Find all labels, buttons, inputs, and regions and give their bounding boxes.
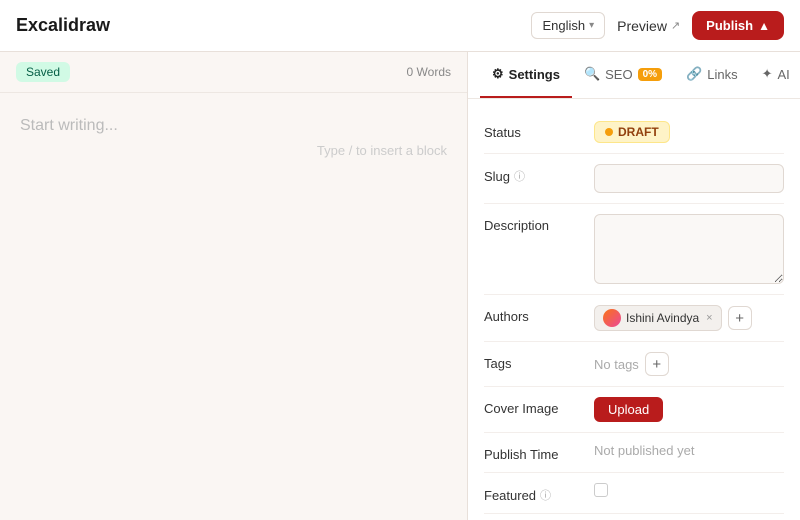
cover-image-row: Cover Image Upload: [484, 387, 784, 433]
authors-label: Authors: [484, 305, 594, 324]
tab-seo-label: SEO: [605, 67, 632, 82]
draft-dot-icon: [605, 128, 613, 136]
authors-row: Authors Ishini Avindya × +: [484, 295, 784, 342]
description-value: [594, 214, 784, 284]
status-draft-text: DRAFT: [618, 125, 659, 139]
links-icon: 🔗: [686, 66, 702, 82]
top-bar: Excalidraw English ▾ Preview ↗ Publish ▲: [0, 0, 800, 52]
no-tags-text: No tags: [594, 357, 639, 372]
tags-row: Tags No tags +: [484, 342, 784, 387]
editor-panel: Saved 0 Words Start writing... Type / to…: [0, 52, 468, 520]
tab-ai[interactable]: ✦ AI: [750, 52, 800, 98]
slug-row: Slug ⓘ: [484, 154, 784, 204]
featured-row: Featured ⓘ: [484, 473, 784, 514]
saved-badge: Saved: [16, 62, 70, 82]
publish-time-label: Publish Time: [484, 443, 594, 462]
main-content: Saved 0 Words Start writing... Type / to…: [0, 52, 800, 520]
editor-content[interactable]: Start writing... Type / to insert a bloc…: [0, 93, 467, 520]
editor-hint: Type / to insert a block: [20, 143, 447, 158]
status-row: Status DRAFT: [484, 111, 784, 154]
cover-image-label: Cover Image: [484, 397, 594, 416]
add-tag-button[interactable]: +: [645, 352, 669, 376]
description-textarea[interactable]: [594, 214, 784, 284]
editor-toolbar: Saved 0 Words: [0, 52, 467, 93]
cover-image-value: Upload: [594, 397, 784, 422]
preview-label: Preview: [617, 18, 667, 34]
tab-settings[interactable]: ⚙ Settings: [480, 52, 572, 98]
seo-badge: 0%: [638, 68, 662, 81]
description-row: Description: [484, 204, 784, 295]
author-tag: Ishini Avindya ×: [594, 305, 722, 331]
tab-ai-label: AI: [778, 67, 790, 82]
language-selector[interactable]: English ▾: [531, 12, 605, 39]
tab-links[interactable]: 🔗 Links: [674, 52, 750, 98]
tags-label: Tags: [484, 352, 594, 371]
settings-form: Status DRAFT Slug ⓘ: [468, 99, 800, 520]
slug-value: [594, 164, 784, 193]
publish-time-value: Not published yet: [594, 443, 784, 458]
featured-info-icon[interactable]: ⓘ: [540, 487, 551, 503]
featured-checkbox[interactable]: [594, 483, 608, 497]
add-author-button[interactable]: +: [728, 306, 752, 330]
author-remove-button[interactable]: ×: [706, 312, 712, 324]
settings-panel: ⚙ Settings 🔍 SEO 0% 🔗 Links ✦ AI Status: [468, 52, 800, 520]
featured-label: Featured ⓘ: [484, 483, 594, 503]
authors-value: Ishini Avindya × +: [594, 305, 784, 331]
settings-tabs: ⚙ Settings 🔍 SEO 0% 🔗 Links ✦ AI: [468, 52, 800, 99]
publish-time-row: Publish Time Not published yet: [484, 433, 784, 473]
tab-seo[interactable]: 🔍 SEO 0%: [572, 52, 674, 98]
language-label: English: [542, 18, 585, 33]
not-published-text: Not published yet: [594, 443, 694, 458]
slug-label: Slug ⓘ: [484, 164, 594, 184]
seo-icon: 🔍: [584, 66, 600, 82]
status-value: DRAFT: [594, 121, 784, 143]
editor-placeholder: Start writing...: [20, 117, 447, 135]
word-count: 0 Words: [407, 65, 451, 79]
featured-value: [594, 483, 784, 497]
publish-arrow-icon: ▲: [758, 19, 770, 33]
settings-icon: ⚙: [492, 66, 504, 82]
chevron-down-icon: ▾: [589, 20, 594, 31]
app-logo: Excalidraw: [16, 15, 110, 36]
description-label: Description: [484, 214, 594, 233]
status-draft-badge: DRAFT: [594, 121, 670, 143]
publish-button[interactable]: Publish ▲: [692, 11, 784, 40]
author-name: Ishini Avindya: [626, 311, 699, 325]
publish-label: Publish: [706, 18, 753, 33]
author-avatar: [603, 309, 621, 327]
external-link-icon: ↗: [671, 19, 680, 32]
tab-settings-label: Settings: [509, 67, 560, 82]
status-label: Status: [484, 121, 594, 140]
ai-icon: ✦: [762, 66, 773, 82]
upload-button[interactable]: Upload: [594, 397, 663, 422]
preview-button[interactable]: Preview ↗: [617, 18, 680, 34]
tags-value: No tags +: [594, 352, 784, 376]
slug-input[interactable]: [594, 164, 784, 193]
slug-info-icon[interactable]: ⓘ: [514, 168, 525, 184]
delete-row: Delete 🗑 Delete Post: [484, 514, 784, 520]
tab-links-label: Links: [707, 67, 737, 82]
